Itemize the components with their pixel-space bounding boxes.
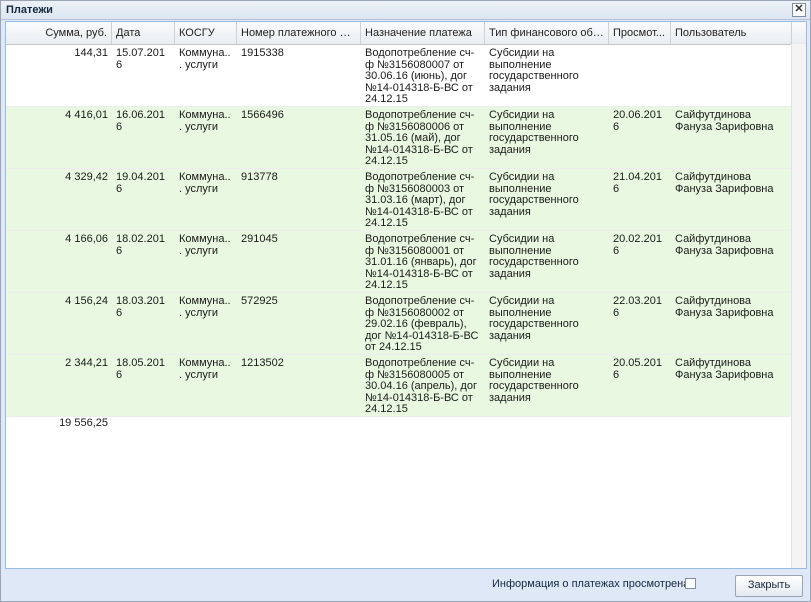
table-row[interactable]: 2 344,21 18.05.2016 Коммуна... услуги 12…	[6, 355, 792, 417]
cell-fin-type: Субсидии на выполнение государственного …	[489, 48, 579, 94]
column-header-payment-number[interactable]: Номер платежного по...	[237, 22, 361, 44]
cell-viewed: 22.03.2016	[613, 296, 662, 319]
cell-payment-number: 572925	[241, 296, 278, 307]
title-bar[interactable]: Платежи ✕	[1, 1, 810, 20]
cell-purpose: Водопотребление сч-ф №3156080007 от 30.0…	[365, 48, 475, 105]
column-header-date[interactable]: Дата	[112, 22, 175, 44]
vertical-scrollbar[interactable]	[791, 44, 806, 568]
cell-date: 18.03.2016	[116, 296, 165, 319]
column-header-viewed[interactable]: Просмот...	[609, 22, 671, 44]
column-header-kosgu[interactable]: КОСГУ	[175, 22, 237, 44]
cell-viewed: 20.06.2016	[613, 110, 662, 133]
cell-viewed: 20.02.2016	[613, 234, 662, 257]
cell-user	[671, 48, 792, 106]
window-title: Платежи	[6, 4, 53, 16]
cell-payment-number: 1566496	[241, 110, 284, 121]
cell-date: 19.04.2016	[116, 172, 165, 195]
cell-date: 18.02.2016	[116, 234, 165, 257]
table-row[interactable]: 4 329,42 19.04.2016 Коммуна... услуги 91…	[6, 169, 792, 231]
cell-sum: 4 156,24	[65, 296, 108, 307]
cell-fin-type: Субсидии на выполнение государственного …	[489, 358, 579, 404]
viewed-checkbox[interactable]	[685, 578, 696, 589]
cell-purpose: Водопотребление сч-ф №3156080005 от 30.0…	[365, 358, 477, 415]
payments-window: Платежи ✕ Сумма, руб. Дата КОСГУ Номер п…	[0, 0, 811, 602]
payments-grid: Сумма, руб. Дата КОСГУ Номер платежного …	[5, 21, 807, 569]
cell-date: 15.07.2016	[116, 48, 165, 71]
cell-payment-number: 1915338	[241, 48, 284, 59]
cell-sum: 4 416,01	[65, 110, 108, 121]
cell-sum: 144,31	[74, 48, 108, 59]
cell-sum: 4 329,42	[65, 172, 108, 183]
cell-kosgu: Коммуна... услуги	[179, 234, 231, 257]
cell-kosgu: Коммуна... услуги	[179, 358, 231, 381]
cell-kosgu: Коммуна... услуги	[179, 296, 231, 319]
cell-fin-type: Субсидии на выполнение государственного …	[489, 110, 579, 156]
table-row[interactable]: 4 416,01 16.06.2016 Коммуна... услуги 15…	[6, 107, 792, 169]
close-button[interactable]: Закрыть	[735, 575, 803, 597]
column-header-fin-type[interactable]: Тип финансового обе...	[485, 22, 609, 44]
cell-kosgu: Коммуна... услуги	[179, 48, 231, 71]
grid-header: Сумма, руб. Дата КОСГУ Номер платежного …	[6, 22, 806, 45]
cell-kosgu: Коммуна... услуги	[179, 172, 231, 195]
cell-sum: 4 166,06	[65, 234, 108, 245]
close-icon[interactable]: ✕	[792, 3, 806, 17]
cell-user: Сайфутдинова Фануза Зарифовна	[675, 234, 774, 257]
cell-user: Сайфутдинова Фануза Зарифовна	[675, 358, 774, 381]
table-row[interactable]: 144,31 15.07.2016 Коммуна... услуги 1915…	[6, 45, 792, 107]
cell-fin-type: Субсидии на выполнение государственного …	[489, 234, 579, 280]
cell-purpose: Водопотребление сч-ф №3156080001 от 31.0…	[365, 234, 477, 291]
cell-kosgu: Коммуна... услуги	[179, 110, 231, 133]
cell-user: Сайфутдинова Фануза Зарифовна	[675, 110, 774, 133]
cell-viewed: 20.05.2016	[613, 358, 662, 381]
cell-user: Сайфутдинова Фануза Зарифовна	[675, 172, 774, 195]
cell-fin-type: Субсидии на выполнение государственного …	[489, 172, 579, 218]
cell-purpose: Водопотребление сч-ф №3156080003 от 31.0…	[365, 172, 475, 229]
cell-sum: 2 344,21	[65, 358, 108, 369]
column-header-user[interactable]: Пользователь	[671, 22, 792, 44]
cell-date: 16.06.2016	[116, 110, 165, 133]
viewed-label: Информация о платежах просмотрена	[492, 578, 690, 590]
cell-date: 18.05.2016	[116, 358, 165, 381]
cell-payment-number: 291045	[241, 234, 278, 245]
table-row[interactable]: 4 166,06 18.02.2016 Коммуна... услуги 29…	[6, 231, 792, 293]
cell-fin-type: Субсидии на выполнение государственного …	[489, 296, 579, 342]
cell-purpose: Водопотребление сч-ф №3156080002 от 29.0…	[365, 296, 479, 353]
column-header-sum[interactable]: Сумма, руб.	[6, 22, 112, 44]
cell-payment-number: 1213502	[241, 358, 284, 369]
table-row[interactable]: 4 156,24 18.03.2016 Коммуна... услуги 57…	[6, 293, 792, 355]
column-header-purpose[interactable]: Назначение платежа	[361, 22, 485, 44]
cell-user: Сайфутдинова Фануза Зарифовна	[675, 296, 774, 319]
cell-viewed	[609, 48, 671, 106]
cell-payment-number: 913778	[241, 172, 278, 183]
sum-total: 19 556,25	[59, 417, 108, 429]
cell-viewed: 21.04.2016	[613, 172, 662, 195]
cell-purpose: Водопотребление сч-ф №3156080006 от 31.0…	[365, 110, 475, 167]
